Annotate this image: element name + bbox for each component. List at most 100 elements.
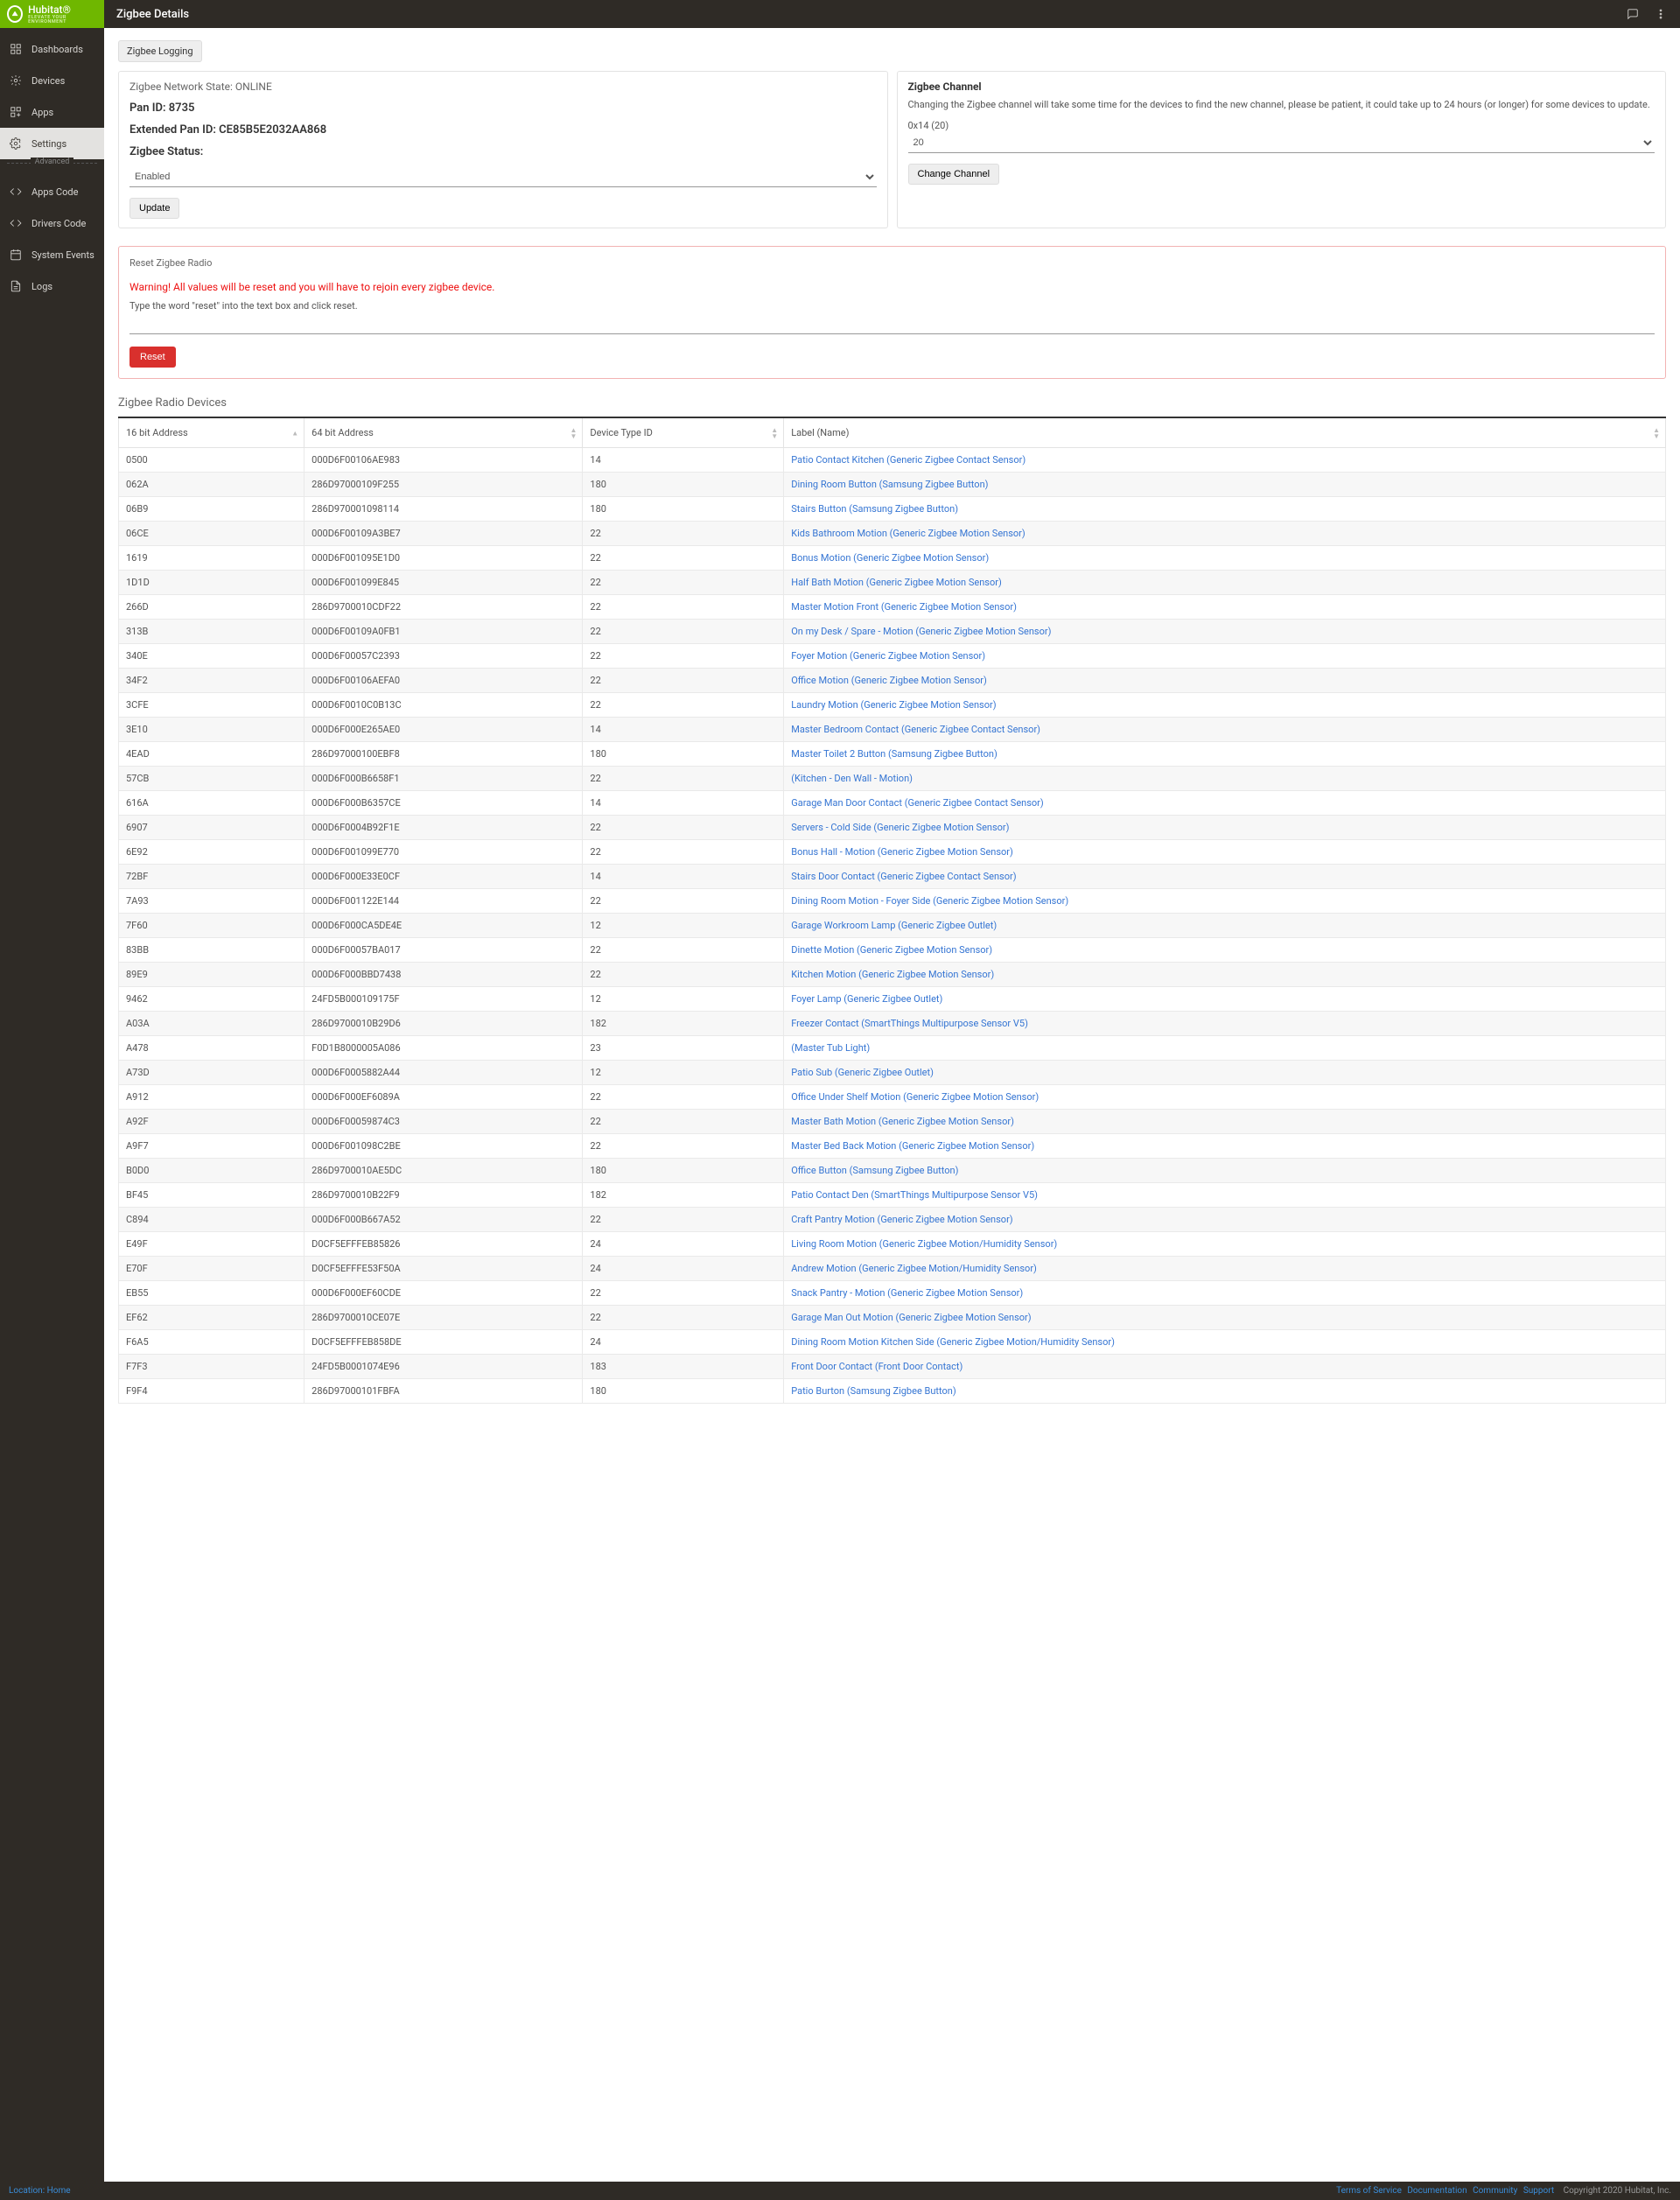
device-link[interactable]: On my Desk / Spare - Motion (Generic Zig… — [791, 626, 1051, 637]
device-link[interactable]: Master Toilet 2 Button (Samsung Zigbee B… — [791, 748, 998, 760]
code-icon — [9, 185, 23, 199]
device-link[interactable]: Bonus Hall - Motion (Generic Zigbee Moti… — [791, 846, 1013, 858]
device-link[interactable]: Dining Room Motion - Foyer Side (Generic… — [791, 895, 1068, 907]
device-link[interactable]: Foyer Motion (Generic Zigbee Motion Sens… — [791, 650, 985, 662]
cell-64bit: 000D6F001099E845 — [304, 571, 583, 595]
device-link[interactable]: (Kitchen - Den Wall - Motion) — [791, 773, 913, 784]
zigbee-logging-button[interactable]: Zigbee Logging — [118, 40, 202, 62]
cell-16bit: BF45 — [119, 1183, 304, 1208]
nav-system-events[interactable]: System Events — [0, 239, 104, 270]
cell-type: 22 — [583, 1306, 784, 1330]
device-link[interactable]: Freezer Contact (SmartThings Multipurpos… — [791, 1018, 1028, 1029]
footer-community[interactable]: Community — [1473, 2186, 1517, 2196]
cell-type: 180 — [583, 742, 784, 767]
device-link[interactable]: Master Motion Front (Generic Zigbee Moti… — [791, 601, 1017, 613]
cell-64bit: 000D6F001095E1D0 — [304, 546, 583, 571]
reset-input[interactable] — [130, 319, 1655, 334]
nav-settings[interactable]: Settings — [0, 128, 104, 159]
device-link[interactable]: Bonus Motion (Generic Zigbee Motion Sens… — [791, 552, 989, 564]
location-link[interactable]: Home — [47, 2186, 71, 2196]
device-link[interactable]: Dining Room Motion Kitchen Side (Generic… — [791, 1336, 1115, 1348]
col-64bit[interactable]: 64 bit Address▲▼ — [304, 417, 583, 448]
cell-type: 182 — [583, 1183, 784, 1208]
cell-64bit: 000D6F001098C2BE — [304, 1134, 583, 1159]
device-link[interactable]: Craft Pantry Motion (Generic Zigbee Moti… — [791, 1214, 1012, 1225]
device-link[interactable]: Office Motion (Generic Zigbee Motion Sen… — [791, 675, 987, 686]
cell-type: 22 — [583, 767, 784, 791]
cell-64bit: 000D6F0005882A44 — [304, 1061, 583, 1085]
channel-select[interactable]: 20 — [908, 133, 1656, 153]
device-link[interactable]: Stairs Button (Samsung Zigbee Button) — [791, 503, 958, 515]
nav-apps[interactable]: Apps — [0, 96, 104, 128]
nav-dashboards[interactable]: Dashboards — [0, 33, 104, 65]
cell-64bit: 286D9700010B29D6 — [304, 1012, 583, 1036]
cell-64bit: 24FD5B0001074E96 — [304, 1355, 583, 1379]
reset-button[interactable]: Reset — [130, 347, 176, 368]
device-link[interactable]: Master Bed Back Motion (Generic Zigbee M… — [791, 1140, 1034, 1152]
table-row: 4EAD286D97000100EBF8180Master Toilet 2 B… — [119, 742, 1666, 767]
device-link[interactable]: Front Door Contact (Front Door Contact) — [791, 1361, 962, 1372]
table-row: 34F2000D6F00106AEFA022Office Motion (Gen… — [119, 669, 1666, 693]
cell-64bit: 000D6F0004B92F1E — [304, 816, 583, 840]
change-channel-button[interactable]: Change Channel — [908, 164, 1000, 185]
device-link[interactable]: Garage Workroom Lamp (Generic Zigbee Out… — [791, 920, 997, 931]
cell-16bit: 616A — [119, 791, 304, 816]
cell-16bit: 266D — [119, 595, 304, 620]
nav-drivers-code[interactable]: Drivers Code — [0, 207, 104, 239]
cell-type: 182 — [583, 1012, 784, 1036]
nav-apps-code[interactable]: Apps Code — [0, 176, 104, 207]
device-link[interactable]: Laundry Motion (Generic Zigbee Motion Se… — [791, 699, 996, 711]
cell-type: 24 — [583, 1232, 784, 1257]
device-link[interactable]: Snack Pantry - Motion (Generic Zigbee Mo… — [791, 1287, 1023, 1299]
device-link[interactable]: Half Bath Motion (Generic Zigbee Motion … — [791, 577, 1002, 588]
chat-icon[interactable] — [1626, 7, 1640, 21]
footer-docs[interactable]: Documentation — [1407, 2186, 1466, 2196]
nav-devices[interactable]: Devices — [0, 65, 104, 96]
device-link[interactable]: Master Bath Motion (Generic Zigbee Motio… — [791, 1116, 1014, 1127]
device-link[interactable]: Servers - Cold Side (Generic Zigbee Moti… — [791, 822, 1009, 833]
cell-16bit: 1619 — [119, 546, 304, 571]
cell-64bit: 000D6F000E265AE0 — [304, 718, 583, 742]
device-link[interactable]: Living Room Motion (Generic Zigbee Motio… — [791, 1238, 1057, 1250]
device-link[interactable]: Foyer Lamp (Generic Zigbee Outlet) — [791, 993, 942, 1005]
cell-type: 22 — [583, 963, 784, 987]
cell-64bit: 000D6F000BBD7438 — [304, 963, 583, 987]
device-link[interactable]: Office Under Shelf Motion (Generic Zigbe… — [791, 1091, 1039, 1103]
device-link[interactable]: Patio Sub (Generic Zigbee Outlet) — [791, 1067, 934, 1078]
device-link[interactable]: Dinette Motion (Generic Zigbee Motion Se… — [791, 944, 992, 956]
col-16bit[interactable]: 16 bit Address▲ — [119, 417, 304, 448]
cell-64bit: 286D9700010CE07E — [304, 1306, 583, 1330]
device-link[interactable]: Stairs Door Contact (Generic Zigbee Cont… — [791, 871, 1016, 882]
table-row: 06B9286D970001098114180Stairs Button (Sa… — [119, 497, 1666, 522]
device-link[interactable]: Dining Room Button (Samsung Zigbee Butto… — [791, 479, 988, 490]
device-link[interactable]: Garage Man Door Contact (Generic Zigbee … — [791, 797, 1044, 809]
col-type[interactable]: Device Type ID▲▼ — [583, 417, 784, 448]
cell-type: 180 — [583, 1379, 784, 1404]
device-link[interactable]: Garage Man Out Motion (Generic Zigbee Mo… — [791, 1312, 1031, 1323]
device-link[interactable]: Patio Burton (Samsung Zigbee Button) — [791, 1385, 956, 1397]
table-row: 3E10000D6F000E265AE014Master Bedroom Con… — [119, 718, 1666, 742]
footer-tos[interactable]: Terms of Service — [1336, 2186, 1402, 2196]
table-row: 0500000D6F00106AE98314Patio Contact Kitc… — [119, 448, 1666, 473]
device-link[interactable]: Andrew Motion (Generic Zigbee Motion/Hum… — [791, 1263, 1037, 1274]
sort-icon: ▲▼ — [771, 427, 778, 439]
device-link[interactable]: Patio Contact Den (SmartThings Multipurp… — [791, 1189, 1038, 1201]
device-link[interactable]: (Master Tub Light) — [791, 1042, 870, 1054]
cell-64bit: 286D97000101FBFA — [304, 1379, 583, 1404]
more-icon[interactable] — [1654, 7, 1668, 21]
device-link[interactable]: Patio Contact Kitchen (Generic Zigbee Co… — [791, 454, 1026, 466]
device-link[interactable]: Office Button (Samsung Zigbee Button) — [791, 1165, 958, 1176]
cell-type: 14 — [583, 791, 784, 816]
device-link[interactable]: Master Bedroom Contact (Generic Zigbee C… — [791, 724, 1040, 735]
device-link[interactable]: Kitchen Motion (Generic Zigbee Motion Se… — [791, 969, 994, 980]
table-row: E49FD0CF5EFFFEB8582624Living Room Motion… — [119, 1232, 1666, 1257]
col-label[interactable]: Label (Name)▲▼ — [784, 417, 1666, 448]
brand-logo[interactable]: Hubitat® ELEVATE YOUR ENVIRONMENT — [0, 0, 104, 28]
cell-64bit: 000D6F00109A3BE7 — [304, 522, 583, 546]
device-link[interactable]: Kids Bathroom Motion (Generic Zigbee Mot… — [791, 528, 1026, 539]
footer-support[interactable]: Support — [1523, 2186, 1554, 2196]
nav-logs[interactable]: Logs — [0, 270, 104, 302]
cell-type: 24 — [583, 1330, 784, 1355]
status-select[interactable]: Enabled — [130, 167, 877, 187]
update-button[interactable]: Update — [130, 198, 179, 219]
